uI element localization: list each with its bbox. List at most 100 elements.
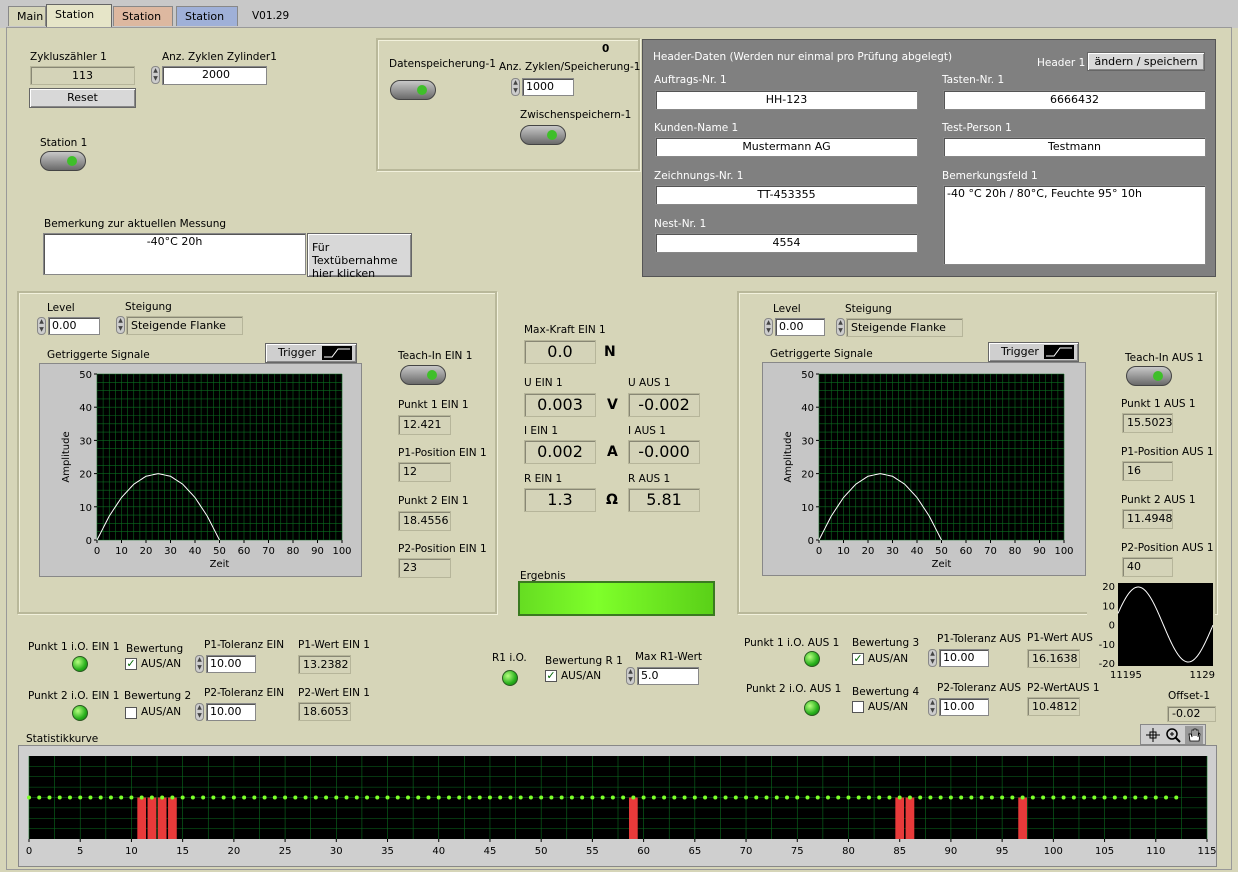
r1-checkbox[interactable]: ✓ — [545, 670, 557, 682]
reset-button[interactable]: Reset — [29, 88, 136, 108]
counter-label: Zykluszähler 1 — [30, 51, 107, 63]
text-transfer-button[interactable]: Für Textübernahme hier klicken — [307, 233, 412, 280]
stat-dot — [487, 795, 492, 800]
stat-dot — [37, 795, 42, 800]
right-b3-checkbox[interactable]: ✓ — [852, 653, 864, 665]
mini-graph-frame: 20 10 0 -10 -20 11195 1129 — [1087, 578, 1215, 686]
storage-cycles-spinner[interactable]: ▲ ▼ — [511, 78, 520, 96]
left-trigger-button[interactable]: Trigger — [265, 343, 357, 363]
stat-dot — [590, 795, 595, 800]
left-level-input[interactable]: 0.00 — [48, 317, 100, 335]
u-unit: V — [607, 397, 618, 413]
left-tol1-spinner[interactable]: ▲ ▼ — [195, 655, 204, 673]
zoom-icon[interactable] — [1165, 727, 1181, 743]
left-tol1-input[interactable]: 10.00 — [206, 655, 256, 673]
left-b1-checkbox[interactable]: ✓ — [125, 658, 137, 670]
tab-station-1[interactable]: Station 1 — [46, 4, 112, 41]
stat-dot — [231, 795, 236, 800]
stat-dot — [190, 795, 195, 800]
cycles-input[interactable]: 2000 — [162, 66, 267, 85]
stat-dot — [1071, 795, 1076, 800]
stat-dot — [662, 795, 667, 800]
stat-dot — [170, 795, 175, 800]
stat-dot — [928, 795, 933, 800]
tab-main[interactable]: Main — [8, 6, 46, 26]
stat-dot — [979, 795, 984, 800]
right-tol2-input[interactable]: 10.00 — [939, 698, 989, 716]
right-level-input[interactable]: 0.00 — [775, 318, 825, 336]
x-tick-label: 10 — [115, 546, 128, 557]
right-tol1-input[interactable]: 10.00 — [939, 649, 989, 667]
storage-toggle[interactable] — [390, 80, 436, 100]
right-slope-spinner[interactable]: ▲ ▼ — [836, 318, 845, 336]
left-b1-ausan: AUS/AN — [141, 658, 182, 670]
key-input[interactable]: 6666432 — [943, 90, 1206, 110]
stat-dot — [805, 795, 810, 800]
right-b4-checkbox[interactable] — [852, 701, 864, 713]
crosshair-icon[interactable] — [1145, 727, 1161, 743]
stat-dot — [631, 795, 636, 800]
tester-input[interactable]: Testmann — [943, 137, 1206, 157]
stat-dot — [764, 795, 769, 800]
left-tol1-label: P1-Toleranz EIN — [204, 639, 285, 651]
station-toggle[interactable] — [40, 151, 86, 171]
left-b2-checkbox[interactable] — [125, 707, 137, 719]
stat-dot — [78, 795, 83, 800]
x-tick-label: 45 — [484, 846, 497, 857]
pan-hand-icon[interactable] — [1185, 726, 1203, 744]
stat-dot — [723, 795, 728, 800]
stat-dot — [733, 795, 738, 800]
left-graph-title: Getriggerte Signale — [47, 349, 150, 361]
x-tick-label: 50 — [535, 846, 548, 857]
left-slope-select[interactable]: Steigende Flanke — [126, 316, 243, 335]
right-slope-select[interactable]: Steigende Flanke — [846, 318, 963, 337]
mini-y-tick-label: 20 — [1102, 582, 1115, 593]
stat-dot — [528, 795, 533, 800]
x-tick-label: 20 — [862, 546, 875, 557]
x-tick-label: 60 — [238, 546, 251, 557]
remark-input[interactable]: -40°C 20h — [43, 233, 306, 275]
left-tol2-spinner[interactable]: ▲ ▼ — [195, 703, 204, 721]
right-w2-label: P2-WertAUS 1 — [1027, 682, 1100, 694]
right-p2-value: 11.4948 — [1122, 509, 1173, 529]
right-level-spinner[interactable]: ▲ ▼ — [764, 318, 773, 336]
nest-input[interactable]: 4554 — [655, 233, 918, 253]
drawing-input[interactable]: TT-453355 — [655, 185, 918, 205]
stat-dot — [1112, 795, 1117, 800]
left-b1-label: Bewertung — [126, 643, 184, 655]
left-tol2-input[interactable]: 10.00 — [206, 703, 256, 721]
stat-dot — [713, 795, 718, 800]
x-tick-label: 70 — [740, 846, 753, 857]
y-tick-label: 30 — [79, 436, 92, 447]
x-tick-label: 105 — [1095, 846, 1114, 857]
storage-label: Datenspeicherung-1 — [389, 58, 496, 70]
customer-input[interactable]: Mustermann AG — [655, 137, 918, 157]
remark-label: Bemerkung zur aktuellen Messung — [44, 218, 227, 230]
storage-cycles-input[interactable]: 1000 — [522, 78, 574, 96]
cycles-label: Anz. Zyklen Zylinder1 — [162, 51, 277, 63]
left-level-spinner[interactable]: ▲ ▼ — [37, 317, 46, 335]
stat-dot — [27, 795, 31, 800]
left-p1ok-led — [72, 656, 88, 672]
cycles-spinner[interactable]: ▲ ▼ — [151, 66, 160, 84]
stat-dot — [365, 795, 370, 800]
tab-station-3[interactable]: Station 3 — [176, 6, 238, 43]
left-teach-toggle[interactable] — [400, 365, 446, 385]
tab-station-2[interactable]: Station 2 — [113, 6, 173, 43]
stat-bar — [629, 797, 638, 839]
right-tol2-spinner[interactable]: ▲ ▼ — [928, 698, 937, 716]
stat-dot — [559, 795, 564, 800]
r1-max-input[interactable]: 5.0 — [637, 667, 699, 685]
order-input[interactable]: HH-123 — [655, 90, 918, 110]
right-tol1-spinner[interactable]: ▲ ▼ — [928, 649, 937, 667]
x-tick-label: 65 — [688, 846, 701, 857]
right-teach-toggle[interactable] — [1126, 366, 1172, 386]
stat-dot — [252, 795, 257, 800]
left-slope-spinner[interactable]: ▲ ▼ — [116, 316, 125, 334]
remark-field-input[interactable]: -40 °C 20h / 80°C, Feuchte 95° 10h — [943, 185, 1206, 265]
right-trigger-button[interactable]: Trigger — [988, 342, 1079, 362]
r1-max-spinner[interactable]: ▲ ▼ — [626, 667, 635, 685]
buffer-toggle[interactable] — [520, 125, 566, 145]
change-save-button[interactable]: ändern / speichern — [1087, 52, 1205, 71]
stat-dot — [815, 795, 820, 800]
